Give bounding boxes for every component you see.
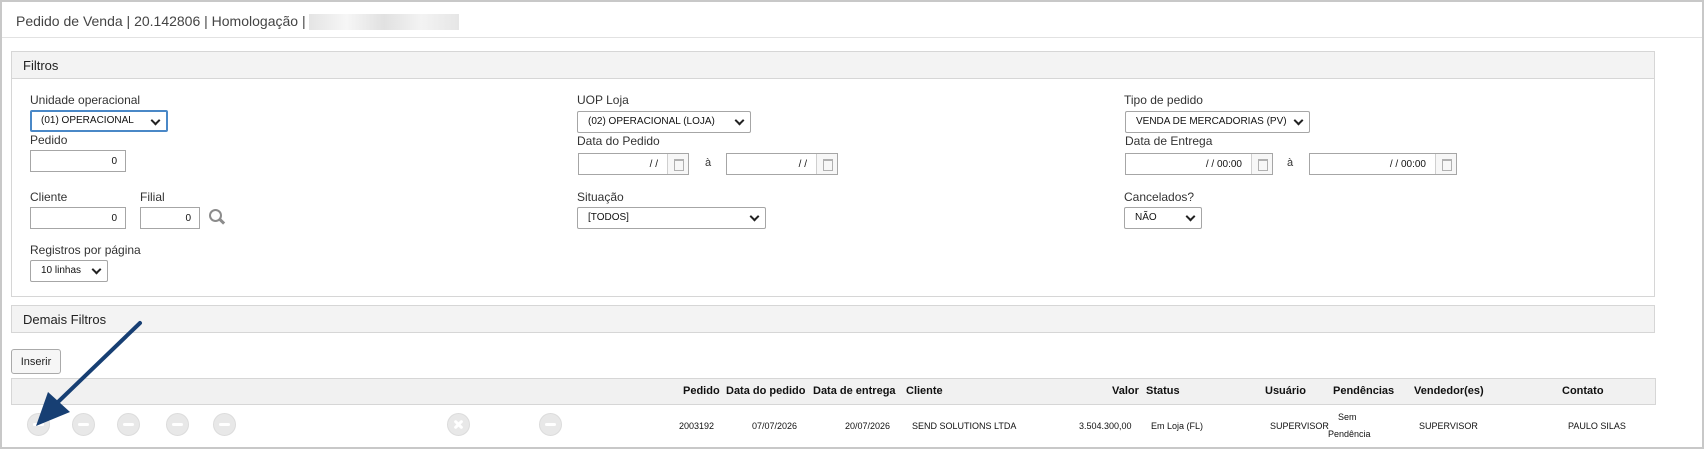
pointer-arrow <box>36 321 142 426</box>
pointer-arrow-shaft <box>56 321 142 404</box>
